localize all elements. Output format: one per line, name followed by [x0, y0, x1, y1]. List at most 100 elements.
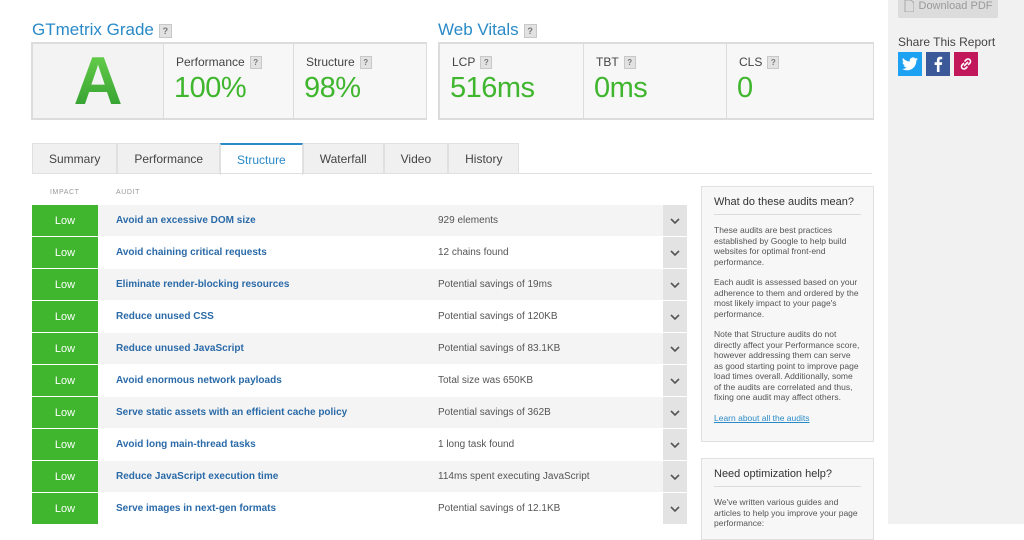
- chevron-down-icon[interactable]: [663, 237, 687, 268]
- web-vitals-title: Web Vitals?: [438, 20, 537, 40]
- audit-name[interactable]: Serve static assets with an efficient ca…: [116, 407, 347, 418]
- audit-row[interactable]: Low Serve static assets with an efficien…: [32, 397, 687, 428]
- tab-performance[interactable]: Performance: [117, 143, 221, 174]
- tbt-metric: TBT? 0ms: [583, 44, 727, 118]
- audits-info-box: What do these audits mean? These audits …: [701, 186, 874, 442]
- gtmetrix-grade-title: GTmetrix Grade?: [32, 20, 172, 40]
- facebook-icon[interactable]: [926, 52, 950, 76]
- audit-detail: Total size was 650KB: [438, 375, 534, 386]
- impact-badge: Low: [32, 237, 98, 268]
- grade-letter: A: [73, 43, 123, 119]
- help-box-title: Need optimization help?: [714, 468, 861, 487]
- audit-detail: 114ms spent executing JavaScript: [438, 471, 590, 482]
- tab-summary[interactable]: Summary: [32, 143, 118, 174]
- tab-waterfall[interactable]: Waterfall: [302, 143, 384, 174]
- structure-metric: Structure? 98%: [293, 44, 426, 118]
- download-pdf-button[interactable]: Download PDF: [898, 0, 998, 18]
- share-label: Share This Report: [898, 35, 996, 49]
- audit-row[interactable]: Low Eliminate render-blocking resources …: [32, 269, 687, 300]
- audit-name[interactable]: Avoid long main-thread tasks: [116, 439, 256, 450]
- audit-row[interactable]: Low Avoid long main-thread tasks 1 long …: [32, 429, 687, 460]
- audit-detail: Potential savings of 83.1KB: [438, 343, 561, 354]
- lcp-metric: LCP? 516ms: [440, 44, 583, 118]
- impact-badge: Low: [32, 205, 98, 236]
- help-icon[interactable]: ?: [359, 56, 372, 70]
- audit-detail: Potential savings of 362B: [438, 407, 551, 418]
- audit-row[interactable]: Low Avoid enormous network payloads Tota…: [32, 365, 687, 396]
- help-icon[interactable]: ?: [158, 23, 172, 38]
- help-icon[interactable]: ?: [623, 56, 636, 70]
- impact-badge: Low: [32, 269, 98, 300]
- performance-metric: Performance? 100%: [163, 44, 294, 118]
- chevron-down-icon[interactable]: [663, 301, 687, 332]
- grade-letter-cell: A: [33, 44, 163, 118]
- audit-row[interactable]: Low Avoid chaining critical requests 12 …: [32, 237, 687, 268]
- chevron-down-icon[interactable]: [663, 397, 687, 428]
- audit-detail: Potential savings of 120KB: [438, 311, 558, 322]
- info-box-body: These audits are best practices establis…: [714, 225, 861, 423]
- chevron-down-icon[interactable]: [663, 365, 687, 396]
- help-icon[interactable]: ?: [249, 56, 262, 70]
- impact-badge: Low: [32, 429, 98, 460]
- audit-row[interactable]: Low Reduce JavaScript execution time 114…: [32, 461, 687, 492]
- pdf-icon: [904, 0, 914, 12]
- audit-row[interactable]: Low Serve images in next-gen formats Pot…: [32, 493, 687, 524]
- learn-audits-link[interactable]: Learn about all the audits: [714, 413, 809, 423]
- grade-panel: A Performance? 100% Structure? 98%: [31, 42, 427, 120]
- audit-row[interactable]: Low Reduce unused CSS Potential savings …: [32, 301, 687, 332]
- audit-name[interactable]: Reduce unused CSS: [116, 311, 214, 322]
- info-paragraph: Note that Structure audits do not direct…: [714, 329, 860, 402]
- chevron-down-icon[interactable]: [663, 429, 687, 460]
- chevron-down-icon[interactable]: [663, 493, 687, 524]
- impact-badge: Low: [32, 493, 98, 524]
- link-icon[interactable]: [954, 52, 978, 76]
- audit-row[interactable]: Low Avoid an excessive DOM size 929 elem…: [32, 205, 687, 236]
- audit-column-header: AUDIT: [116, 189, 140, 196]
- chevron-down-icon[interactable]: [663, 333, 687, 364]
- tbt-value: 0ms: [594, 72, 648, 104]
- help-icon[interactable]: ?: [767, 56, 780, 70]
- structure-value: 98%: [304, 72, 361, 104]
- audit-name[interactable]: Avoid enormous network payloads: [116, 375, 282, 386]
- twitter-icon[interactable]: [898, 52, 922, 76]
- help-icon[interactable]: ?: [480, 56, 493, 70]
- help-icon[interactable]: ?: [523, 23, 537, 38]
- performance-value: 100%: [174, 72, 247, 104]
- right-sidebar: Download PDF Share This Report: [888, 0, 1024, 524]
- audit-name[interactable]: Avoid chaining critical requests: [116, 247, 267, 258]
- impact-badge: Low: [32, 301, 98, 332]
- audit-name[interactable]: Reduce JavaScript execution time: [116, 471, 278, 482]
- audit-list: Low Avoid an excessive DOM size 929 elem…: [32, 205, 687, 525]
- optimization-help-box: Need optimization help? We've written va…: [701, 458, 874, 540]
- tab-history[interactable]: History: [448, 143, 520, 174]
- tab-video[interactable]: Video: [383, 143, 449, 174]
- chevron-down-icon[interactable]: [663, 461, 687, 492]
- audit-name[interactable]: Serve images in next-gen formats: [116, 503, 276, 514]
- tabs-divider: [32, 173, 872, 174]
- audit-name[interactable]: Avoid an excessive DOM size: [116, 215, 256, 226]
- audit-detail: 12 chains found: [438, 247, 509, 258]
- impact-column-header: IMPACT: [50, 189, 80, 196]
- share-icons: [898, 52, 978, 76]
- impact-badge: Low: [32, 365, 98, 396]
- impact-badge: Low: [32, 397, 98, 428]
- tab-structure[interactable]: Structure: [220, 143, 303, 175]
- impact-badge: Low: [32, 461, 98, 492]
- audit-detail: Potential savings of 12.1KB: [438, 503, 561, 514]
- web-vitals-panel: LCP? 516ms TBT? 0ms CLS? 0: [438, 42, 874, 120]
- audit-detail: 929 elements: [438, 215, 499, 226]
- chevron-down-icon[interactable]: [663, 269, 687, 300]
- impact-badge: Low: [32, 333, 98, 364]
- audit-name[interactable]: Eliminate render-blocking resources: [116, 279, 289, 290]
- lcp-value: 516ms: [450, 72, 535, 104]
- info-box-title: What do these audits mean?: [714, 196, 861, 215]
- cls-metric: CLS? 0: [726, 44, 873, 118]
- report-tabs: Summary Performance Structure Waterfall …: [32, 143, 520, 175]
- chevron-down-icon[interactable]: [663, 205, 687, 236]
- audit-name[interactable]: Reduce unused JavaScript: [116, 343, 244, 354]
- audit-detail: 1 long task found: [438, 439, 515, 450]
- cls-value: 0: [737, 72, 753, 104]
- info-paragraph: Each audit is assessed based on your adh…: [714, 277, 859, 319]
- audit-row[interactable]: Low Reduce unused JavaScript Potential s…: [32, 333, 687, 364]
- audit-detail: Potential savings of 19ms: [438, 279, 552, 290]
